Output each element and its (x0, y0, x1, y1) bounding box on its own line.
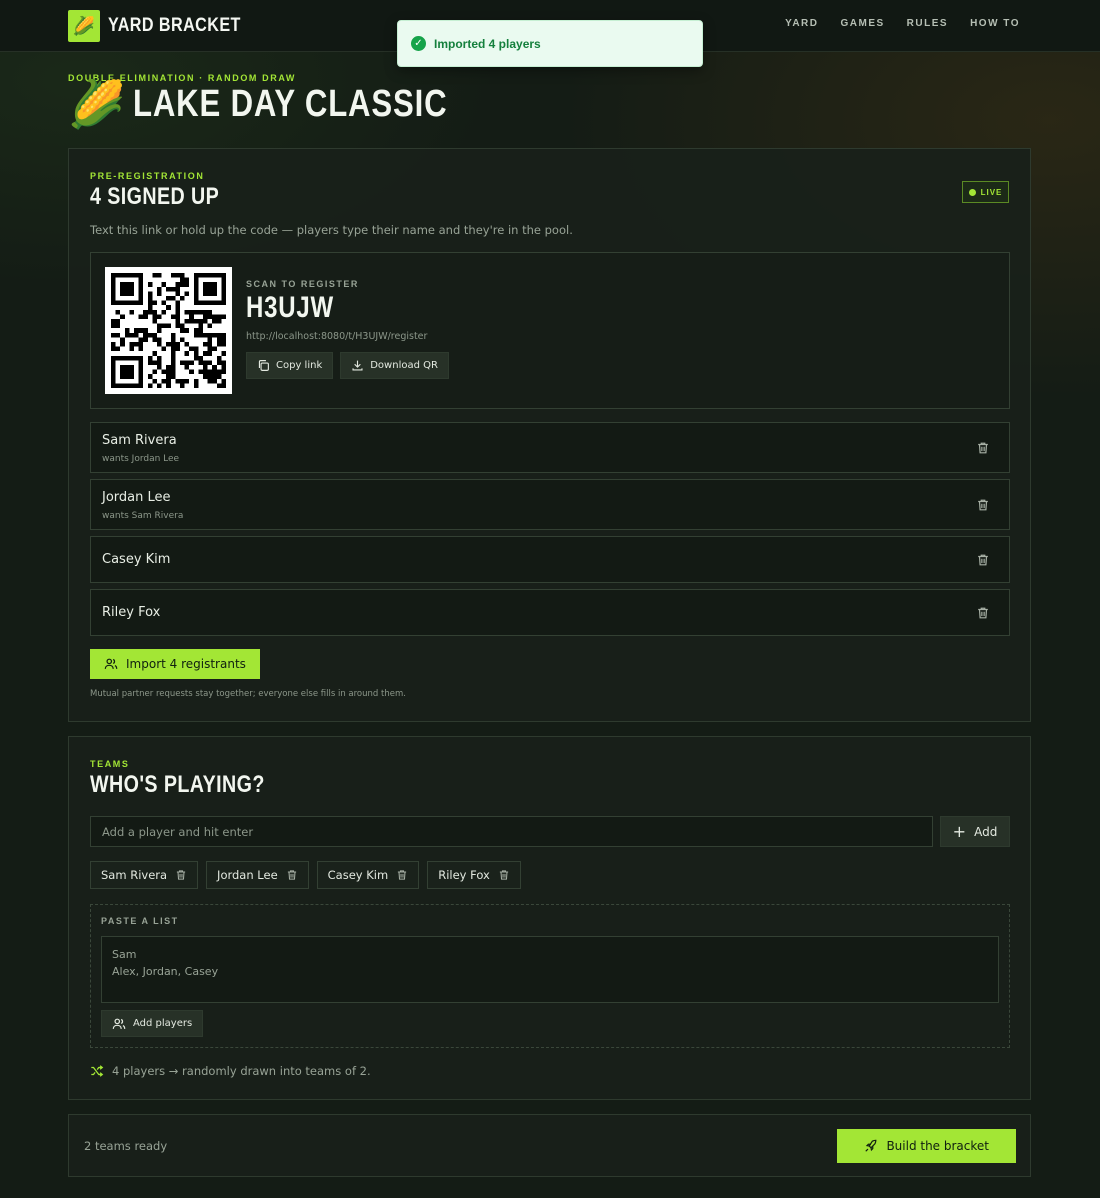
partner-request: wants Sam Rivera (102, 511, 184, 521)
add-players-button[interactable]: Add players (101, 1010, 204, 1037)
pre-registration-card: PRE-REGISTRATION 4 SIGNED UP LIVE Text t… (68, 148, 1031, 722)
section-eyebrow: PRE-REGISTRATION (90, 171, 205, 181)
download-qr-button[interactable]: Download QR (340, 352, 449, 379)
rocket-icon (865, 1139, 877, 1152)
brand-name: YARD BRACKET (108, 15, 241, 36)
paste-list-panel: PASTE A LIST Sam Alex, Jordan, Casey Add… (90, 904, 1010, 1048)
qr-panel: SCAN TO REGISTER H3UJW http://localhost:… (90, 252, 1010, 409)
teams-card: TEAMS WHO'S PLAYING? Add a player and hi… (68, 736, 1031, 1100)
trash-icon[interactable] (976, 498, 990, 512)
corn-logo-icon: 🌽 (68, 10, 100, 42)
add-player-label: Add (974, 824, 998, 839)
registrant-name: Casey Kim (102, 552, 171, 567)
toast-notification: ✓ Imported 4 players (397, 20, 703, 67)
draw-info-text: 4 players → randomly drawn into teams of… (112, 1064, 371, 1078)
registrant-row: Jordan Lee wants Sam Rivera (90, 479, 1010, 530)
registration-url: http://localhost:8080/t/H3UJW/register (246, 331, 428, 342)
nav-item-yard[interactable]: YARD (785, 18, 818, 29)
copy-link-label: Copy link (276, 360, 323, 371)
paste-list-textarea[interactable]: Sam Alex, Jordan, Casey (101, 936, 999, 1003)
import-registrants-label: Import 4 registrants (126, 657, 246, 671)
player-chip: Jordan Lee (206, 861, 309, 889)
download-icon (352, 360, 363, 371)
player-chip-name: Casey Kim (327, 868, 389, 882)
add-player-input[interactable]: Add a player and hit enter (90, 816, 933, 847)
teams-title: WHO'S PLAYING? (90, 771, 265, 798)
trash-icon[interactable] (175, 869, 187, 881)
registrant-name: Riley Fox (102, 605, 161, 620)
build-bracket-label: Build the bracket (886, 1139, 989, 1153)
draw-info: 4 players → randomly drawn into teams of… (90, 1064, 371, 1078)
trash-icon[interactable] (498, 869, 510, 881)
registration-code: H3UJW (246, 291, 335, 324)
trash-icon[interactable] (976, 553, 990, 567)
nav-item-rules[interactable]: RULES (907, 18, 948, 29)
player-chips: Sam Rivera Jordan Lee Casey Kim Riley Fo… (90, 861, 521, 889)
nav-item-games[interactable]: GAMES (840, 18, 884, 29)
registrant-row: Casey Kim (90, 536, 1010, 583)
live-badge: LIVE (962, 181, 1009, 203)
registrant-name: Jordan Lee (102, 490, 171, 505)
trash-icon[interactable] (286, 869, 298, 881)
live-dot-icon (968, 188, 976, 196)
import-registrants-button[interactable]: Import 4 registrants (90, 649, 260, 679)
add-players-label: Add players (133, 1018, 193, 1029)
scan-label: SCAN TO REGISTER (246, 279, 359, 289)
section-eyebrow: TEAMS (90, 759, 130, 769)
users-icon (112, 1018, 126, 1029)
player-chip: Riley Fox (427, 861, 521, 889)
build-bracket-button[interactable]: Build the bracket (837, 1129, 1016, 1163)
partner-request: wants Jordan Lee (102, 454, 180, 464)
toast-message: Imported 4 players (434, 36, 541, 51)
nav-item-how-to[interactable]: HOW TO (970, 18, 1020, 29)
page-title: 🌽 LAKE DAY CLASSIC (68, 80, 517, 128)
player-chip-name: Jordan Lee (217, 868, 278, 882)
qr-meta: SCAN TO REGISTER H3UJW http://localhost:… (246, 279, 449, 379)
trash-icon[interactable] (976, 606, 990, 620)
plus-icon: + (952, 821, 967, 841)
registration-description: Text this link or hold up the code — pla… (90, 223, 573, 237)
pairing-note: Mutual partner requests stay together; e… (90, 689, 406, 699)
qr-code-icon (105, 267, 232, 394)
live-label: LIVE (980, 187, 1003, 197)
build-bar: 2 teams ready Build the bracket (68, 1114, 1031, 1177)
player-chip: Casey Kim (316, 861, 420, 889)
corn-emoji-icon: 🌽 (68, 77, 126, 131)
trash-icon[interactable] (976, 441, 990, 455)
registrant-row: Riley Fox (90, 589, 1010, 636)
player-chip: Sam Rivera (90, 861, 199, 889)
shuffle-icon (91, 1065, 104, 1077)
download-qr-label: Download QR (370, 360, 438, 371)
users-icon (104, 658, 118, 669)
add-player-button[interactable]: + Add (940, 816, 1010, 847)
copy-link-button[interactable]: Copy link (246, 352, 334, 379)
signed-up-count: 4 SIGNED UP (90, 183, 220, 210)
trash-icon[interactable] (396, 869, 408, 881)
paste-list-label: PASTE A LIST (101, 916, 179, 926)
player-chip-name: Sam Rivera (101, 868, 168, 882)
tournament-name: LAKE DAY CLASSIC (133, 82, 448, 125)
teams-ready-status: 2 teams ready (84, 1139, 168, 1153)
registrant-row: Sam Rivera wants Jordan Lee (90, 422, 1010, 473)
check-circle-icon: ✓ (411, 36, 426, 51)
main-nav: YARD GAMES RULES HOW TO (785, 18, 1020, 29)
player-chip-name: Riley Fox (438, 868, 490, 882)
registrant-name: Sam Rivera (102, 433, 177, 448)
brand[interactable]: 🌽 YARD BRACKET (68, 10, 264, 42)
copy-icon (258, 360, 269, 371)
